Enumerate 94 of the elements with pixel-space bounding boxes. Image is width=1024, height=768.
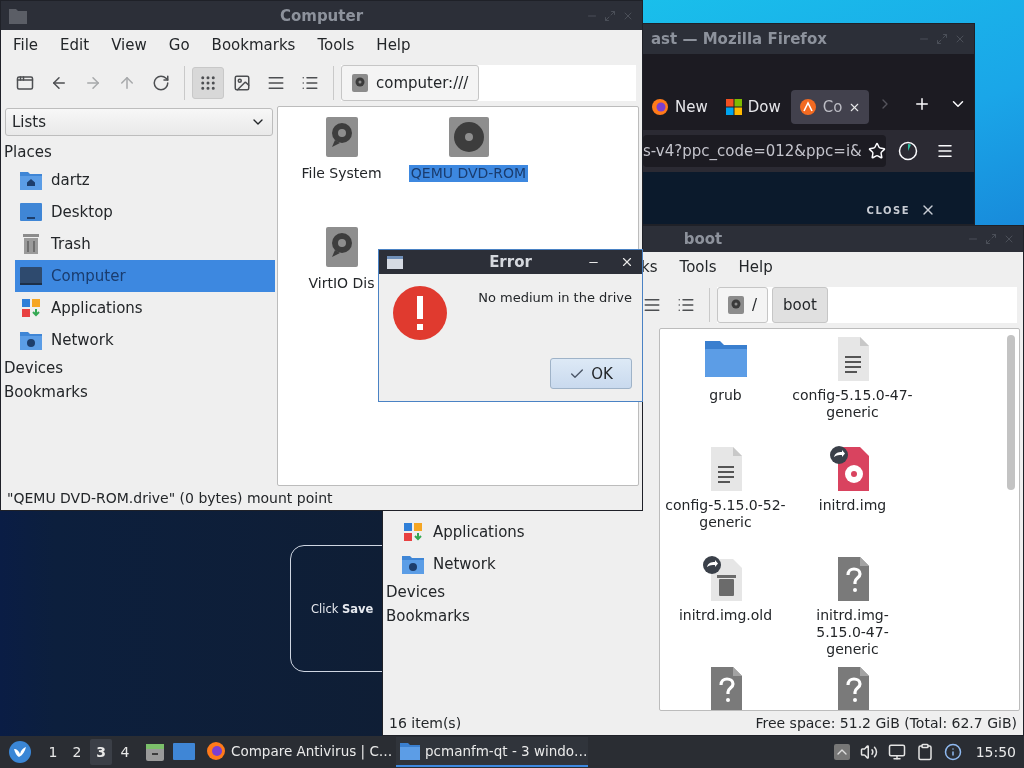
section-heading: Bookmarks: [385, 606, 471, 627]
file-name[interactable]: File System: [299, 165, 384, 182]
section-heading: Bookmarks: [3, 382, 89, 403]
browser-tab[interactable]: New: [643, 90, 716, 124]
sidebar-item[interactable]: Applications: [397, 516, 657, 548]
section-heading: Devices: [385, 582, 447, 603]
window-title: Computer: [279, 6, 364, 25]
window-icon: [387, 255, 403, 269]
file-name[interactable]: config-5.15.0-47-generic: [789, 387, 916, 421]
taskbar-task[interactable]: Compare Antivirus | C…: [202, 737, 394, 767]
workspace-button[interactable]: 2: [66, 739, 88, 765]
clipboard-icon[interactable]: [915, 743, 934, 761]
file-cabinet-icon[interactable]: [144, 741, 166, 763]
home-folder-icon: [19, 169, 43, 191]
file-name[interactable]: VirtIO Dis: [306, 275, 377, 292]
address-field[interactable]: s-v4?ppc_code=012&ppc=i&: [643, 135, 886, 167]
path-segment-button[interactable]: computer:///: [341, 65, 480, 101]
menu-icon[interactable]: [936, 142, 954, 160]
path-segment-button[interactable]: boot: [772, 287, 828, 323]
tray-expand-icon[interactable]: [833, 744, 850, 760]
file-name[interactable]: initrd.img: [816, 497, 889, 514]
window-title: boot: [683, 230, 723, 248]
image-icon: [233, 74, 251, 92]
drive-icon: [728, 296, 744, 314]
show-desktop-icon[interactable]: [172, 741, 196, 763]
applications-icon: [401, 521, 425, 543]
folder-icon: [400, 742, 420, 760]
network-folder-icon: [19, 329, 43, 351]
error-icon: [393, 286, 447, 340]
sidebar-item[interactable]: Trash: [15, 228, 275, 260]
site-logo-icon: [798, 98, 817, 116]
new-window-icon: [16, 74, 34, 92]
list-icon: [677, 296, 695, 314]
item-count: 16 item(s): [389, 715, 462, 731]
menu-item[interactable]: Tools: [678, 258, 728, 276]
reload-icon: [152, 74, 170, 92]
close-icon[interactable]: [620, 255, 634, 269]
sidebar-item[interactable]: Network: [397, 548, 657, 580]
drive-icon: [352, 74, 368, 92]
menu-item[interactable]: Tools: [316, 36, 366, 54]
side-pane-dropdown[interactable]: Lists: [5, 108, 273, 136]
lines-icon: [643, 296, 661, 314]
icon-view-button[interactable]: [192, 67, 224, 99]
dialog-title: Error: [489, 253, 532, 271]
path-segment-button[interactable]: /: [717, 287, 769, 323]
browser-logo-icon: [651, 98, 669, 116]
browser-logo-icon: [206, 741, 226, 761]
sidebar-item[interactable]: Network: [15, 324, 275, 356]
menu-item[interactable]: View: [110, 36, 158, 54]
start-menu-icon[interactable]: [8, 740, 32, 764]
workspace-button[interactable]: 4: [114, 739, 136, 765]
scrollbar-thumb[interactable]: [1007, 335, 1015, 490]
menu-item[interactable]: Edit: [59, 36, 101, 54]
computer-icon: [19, 265, 43, 287]
notification-icon[interactable]: [943, 743, 962, 761]
close-link[interactable]: CLOSE: [866, 202, 936, 218]
forward-arrow-icon: [84, 74, 102, 92]
list-icon: [301, 74, 319, 92]
file-name[interactable]: initrd.img-5.15.0-47-generic: [789, 607, 916, 658]
grid-icon: [199, 74, 217, 92]
network-folder-icon: [401, 553, 425, 575]
menu-item[interactable]: Help: [737, 258, 784, 276]
menu-item[interactable]: Go: [167, 36, 201, 54]
workspace-button[interactable]: 1: [42, 739, 64, 765]
file-name[interactable]: config-5.15.0-52-generic: [662, 497, 789, 531]
clock[interactable]: 15:50: [971, 744, 1020, 760]
desktop-icon: [19, 201, 43, 223]
lines-icon: [267, 74, 285, 92]
free-space: Free space: 51.2 GiB (Total: 62.7 GiB): [755, 715, 1017, 731]
menu-item[interactable]: File: [12, 36, 50, 54]
bookmark-star-icon[interactable]: [867, 142, 886, 160]
sidebar-item[interactable]: Desktop: [15, 196, 275, 228]
workspace-button[interactable]: 3: [90, 739, 112, 765]
applications-icon: [19, 297, 43, 319]
menu-item[interactable]: Bookmarks: [210, 36, 307, 54]
window-title: ast — Mozilla Firefox: [651, 30, 827, 48]
section-heading: Places: [3, 142, 53, 163]
status-text: "QEMU DVD-ROM.drive" (0 bytes) mount point: [7, 490, 333, 506]
taskbar-task[interactable]: pcmanfm-qt - 3 windo…: [396, 737, 588, 767]
four-squares-icon: [725, 99, 742, 115]
section-heading: Devices: [3, 358, 65, 379]
sidebar-item[interactable]: Applications: [15, 292, 275, 324]
save-prompt-text: Click Save: [311, 601, 374, 616]
file-name[interactable]: initrd.img.old: [676, 607, 775, 624]
error-message: No medium in the drive: [478, 290, 632, 305]
menu-item[interactable]: Help: [375, 36, 422, 54]
folder-icon: [9, 7, 27, 24]
file-name[interactable]: grub: [707, 387, 744, 404]
sidebar-item[interactable]: dartz: [15, 164, 275, 196]
progress-circle-icon[interactable]: [898, 141, 918, 161]
browser-tab[interactable]: Dow: [717, 90, 789, 124]
volume-icon[interactable]: [859, 743, 878, 761]
ok-button[interactable]: OK: [550, 358, 632, 389]
browser-tab[interactable]: Co: [790, 90, 870, 124]
